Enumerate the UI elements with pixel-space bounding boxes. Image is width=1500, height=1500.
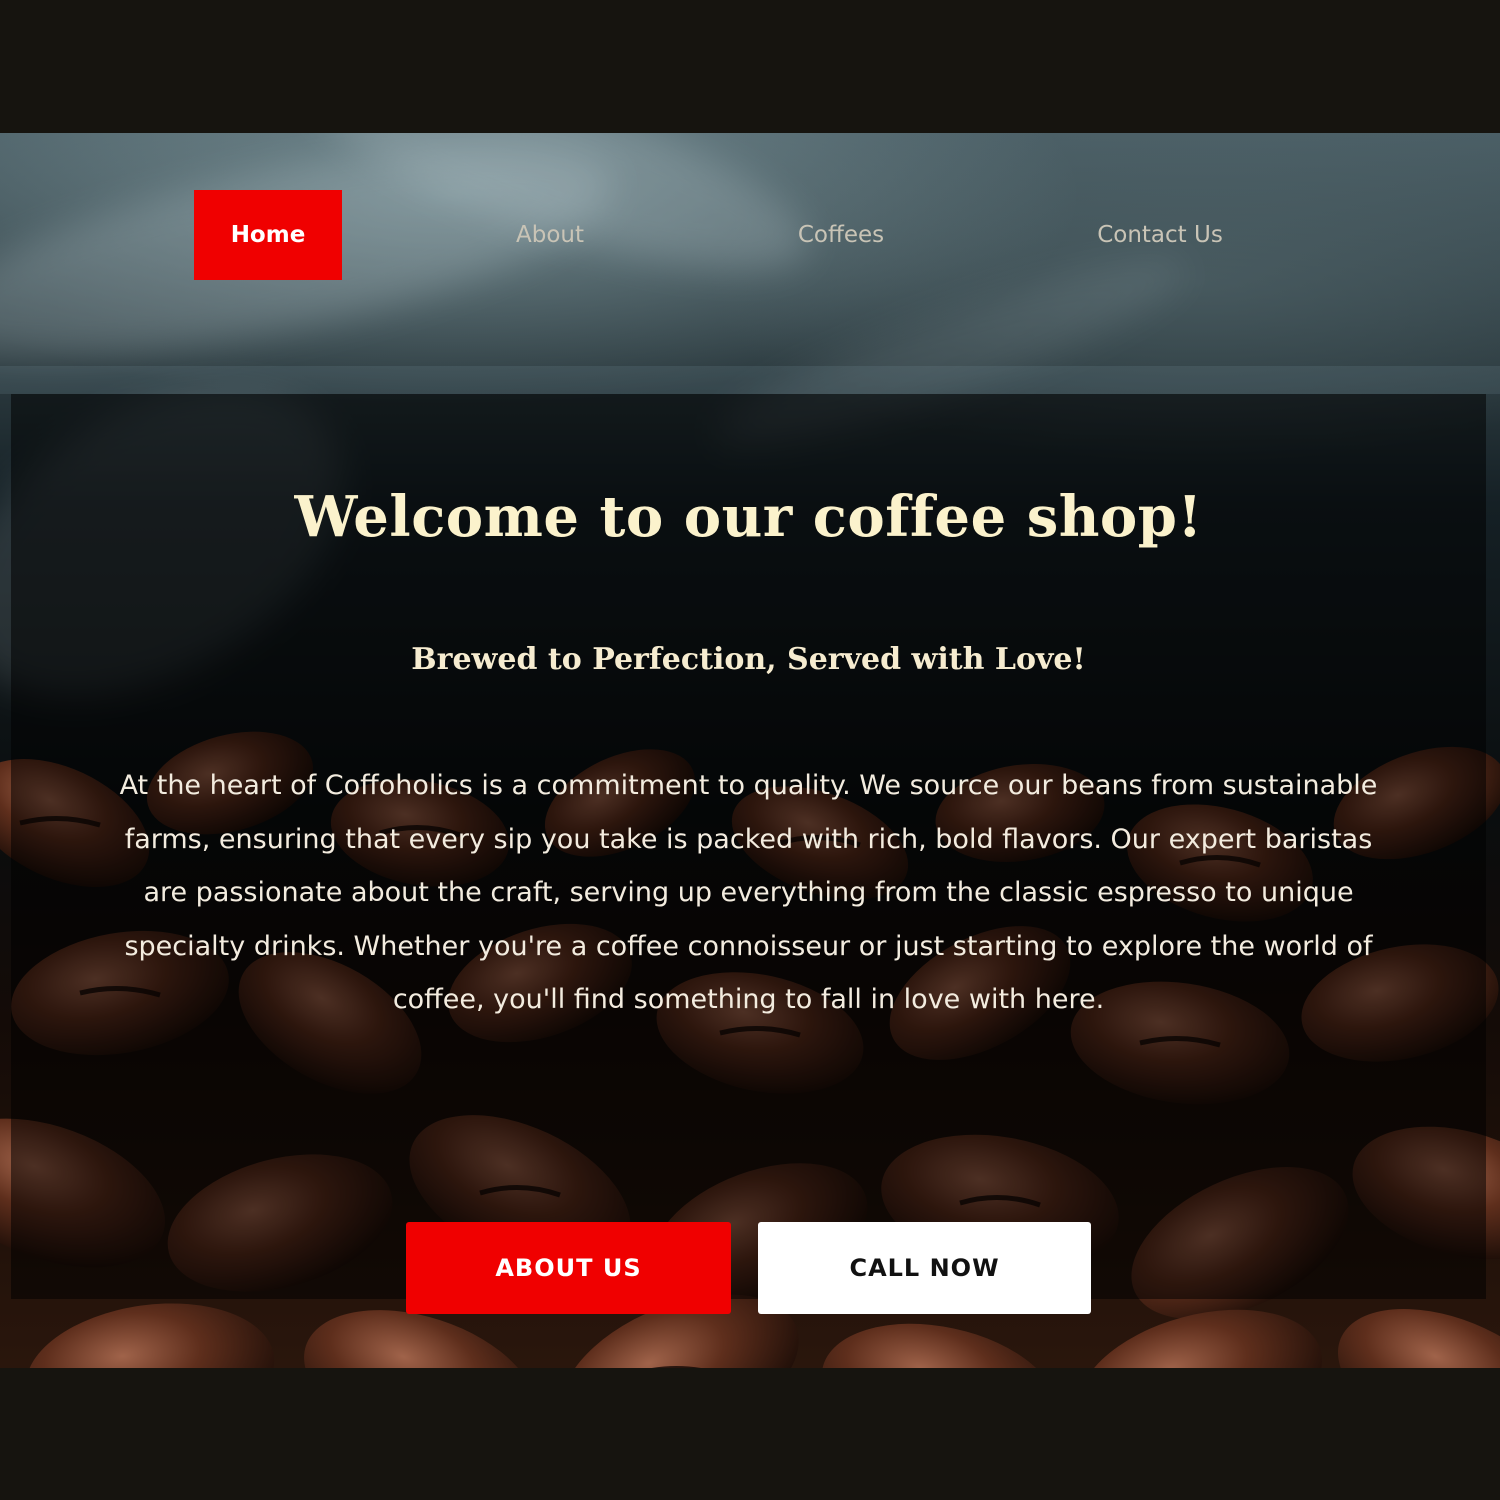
- main-navigation: Home About Coffees Contact Us: [0, 133, 1500, 366]
- about-us-button[interactable]: ABOUT US: [406, 1222, 731, 1314]
- intro-paragraph: At the heart of Coffoholics is a commitm…: [119, 770, 1378, 1015]
- welcome-panel: Welcome to our coffee shop! Brewed to Pe…: [11, 394, 1486, 1314]
- nav-item-about[interactable]: About: [490, 190, 610, 280]
- page-subtitle: Brewed to Perfection, Served with Love!: [411, 642, 1086, 677]
- page-title: Welcome to our coffee shop!: [294, 484, 1203, 550]
- call-now-button[interactable]: CALL NOW: [758, 1222, 1091, 1314]
- nav-item-coffees[interactable]: Coffees: [776, 190, 906, 280]
- nav-item-contact-us[interactable]: Contact Us: [1080, 190, 1240, 280]
- hero-section: Home About Coffees Contact Us Welcome to…: [0, 133, 1500, 1368]
- nav-item-home[interactable]: Home: [194, 190, 342, 280]
- nav-divider-band: [0, 366, 1500, 394]
